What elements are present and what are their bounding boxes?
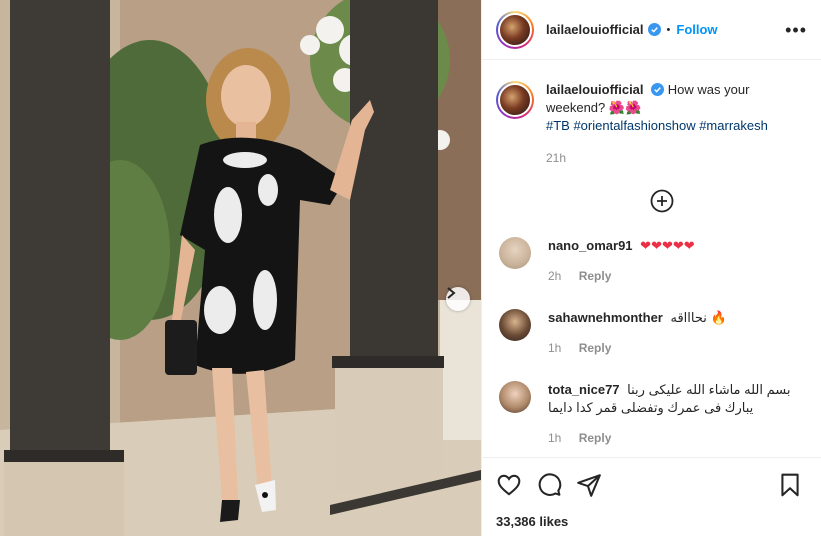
comment-text: نحاااقه 🔥 xyxy=(670,310,727,325)
comment-item: tota_nice77 بسم الله ماشاء الله عليكى رب… xyxy=(496,381,807,447)
action-bar: 33,386 likes xyxy=(482,457,821,529)
reply-button[interactable]: Reply xyxy=(579,431,612,445)
caption-time: 21h xyxy=(546,151,567,165)
comment-time: 2h xyxy=(548,269,562,283)
instagram-post-view: lailaelouiofficial • Follow ••• lailaelo… xyxy=(0,0,821,536)
follow-button[interactable]: Follow xyxy=(676,22,717,37)
comment-time: 1h xyxy=(548,431,562,445)
header-username[interactable]: lailaelouiofficial xyxy=(546,22,644,37)
profile-avatar[interactable] xyxy=(496,10,534,49)
comment-time: 1h xyxy=(548,341,562,355)
post-side-panel: lailaelouiofficial • Follow ••• lailaelo… xyxy=(481,0,821,536)
plus-circle-icon xyxy=(650,189,673,213)
more-options-icon[interactable]: ••• xyxy=(785,21,807,39)
comment-text: ❤❤❤❤❤ xyxy=(640,238,695,253)
share-icon[interactable] xyxy=(576,472,602,498)
chevron-right-icon xyxy=(447,287,456,299)
commenter-username[interactable]: sahawnehmonther xyxy=(548,310,663,325)
verified-badge-icon xyxy=(647,23,661,36)
reply-button[interactable]: Reply xyxy=(579,269,612,283)
bookmark-icon[interactable] xyxy=(777,472,803,498)
verified-badge-icon xyxy=(651,83,665,96)
commenter-avatar[interactable] xyxy=(499,237,531,269)
caption-body: lailaelouiofficial How was your weekend?… xyxy=(546,81,796,167)
next-photo-button[interactable] xyxy=(446,287,470,311)
comment-item: sahawnehmonther نحاااقه 🔥 1h Reply xyxy=(496,309,807,357)
reply-button[interactable]: Reply xyxy=(579,341,612,355)
caption-username[interactable]: lailaelouiofficial xyxy=(546,82,644,97)
commenter-username[interactable]: nano_omar91 xyxy=(548,238,633,253)
post-header: lailaelouiofficial • Follow ••• xyxy=(482,0,821,60)
load-more-comments-button[interactable] xyxy=(516,189,807,213)
comment-item: nano_omar91 ❤❤❤❤❤ 2h Reply xyxy=(496,237,807,285)
commenter-avatar[interactable] xyxy=(499,381,531,413)
caption: lailaelouiofficial How was your weekend?… xyxy=(496,61,807,167)
post-photo[interactable] xyxy=(0,0,481,536)
separator-dot: • xyxy=(666,23,671,36)
caption-hashtags[interactable]: #TB #orientalfashionshow #marrakesh xyxy=(546,118,768,133)
heart-icon[interactable] xyxy=(496,472,522,498)
commenter-avatar[interactable] xyxy=(499,309,531,341)
caption-avatar[interactable] xyxy=(496,81,534,119)
comments-list[interactable]: lailaelouiofficial How was your weekend?… xyxy=(482,61,821,457)
commenter-username[interactable]: tota_nice77 xyxy=(548,382,620,397)
comment-icon[interactable] xyxy=(536,472,562,498)
likes-count[interactable]: 33,386 likes xyxy=(496,514,807,529)
post-image xyxy=(0,0,481,536)
